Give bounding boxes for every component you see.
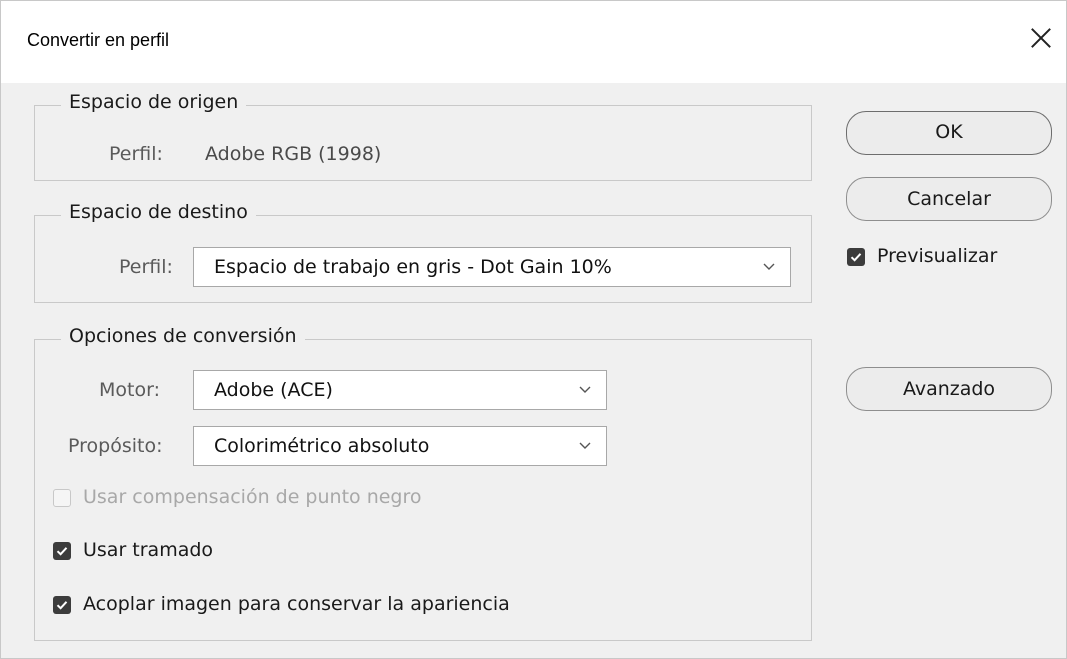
- checkmark-icon: [847, 248, 865, 266]
- dest-profile-selected: Espacio de trabajo en gris - Dot Gain 10…: [214, 256, 612, 278]
- chevron-down-icon: [762, 259, 776, 273]
- conversion-options-legend: Opciones de conversión: [61, 325, 305, 347]
- engine-label: Motor:: [99, 379, 160, 401]
- close-icon[interactable]: [1021, 19, 1061, 59]
- dither-label: Usar tramado: [83, 539, 214, 561]
- source-profile-label: Perfil:: [109, 143, 163, 165]
- advanced-button[interactable]: Avanzado: [846, 367, 1052, 411]
- engine-selected: Adobe (ACE): [214, 379, 333, 401]
- source-profile-value: Adobe RGB (1998): [205, 143, 382, 165]
- intent-label: Propósito:: [68, 435, 163, 457]
- checkmark-icon: [53, 542, 71, 560]
- engine-dropdown[interactable]: Adobe (ACE): [193, 370, 607, 410]
- flatten-label: Acoplar imagen para conservar la aparien…: [83, 593, 510, 615]
- source-space-group: Espacio de origen Perfil: Adobe RGB (199…: [34, 91, 812, 181]
- dest-profile-label: Perfil:: [119, 256, 173, 278]
- intent-dropdown[interactable]: Colorimétrico absoluto: [193, 426, 607, 466]
- title-bar: Convertir en perfil: [1, 1, 1066, 83]
- intent-selected: Colorimétrico absoluto: [214, 435, 430, 457]
- dialog-title: Convertir en perfil: [27, 30, 170, 50]
- ok-button[interactable]: OK: [846, 111, 1052, 155]
- dest-space-group: Espacio de destino Perfil: Espacio de tr…: [34, 201, 812, 303]
- chevron-down-icon: [578, 438, 592, 452]
- cancel-button[interactable]: Cancelar: [846, 177, 1052, 221]
- advanced-button-label: Avanzado: [902, 378, 996, 400]
- checkbox-box: [53, 489, 71, 507]
- conversion-options-group: Opciones de conversión Motor: Adobe (ACE…: [34, 325, 812, 641]
- black-point-label: Usar compensación de punto negro: [83, 486, 422, 508]
- chevron-down-icon: [578, 382, 592, 396]
- cancel-button-label: Cancelar: [907, 188, 991, 210]
- preview-label: Previsualizar: [877, 245, 998, 267]
- convert-to-profile-dialog: Convertir en perfil Espacio de origen Pe…: [0, 0, 1067, 659]
- source-space-legend: Espacio de origen: [61, 91, 247, 113]
- dest-profile-dropdown[interactable]: Espacio de trabajo en gris - Dot Gain 10…: [193, 247, 791, 287]
- ok-button-label: OK: [935, 121, 963, 143]
- checkmark-icon: [53, 596, 71, 614]
- dest-space-legend: Espacio de destino: [61, 201, 256, 223]
